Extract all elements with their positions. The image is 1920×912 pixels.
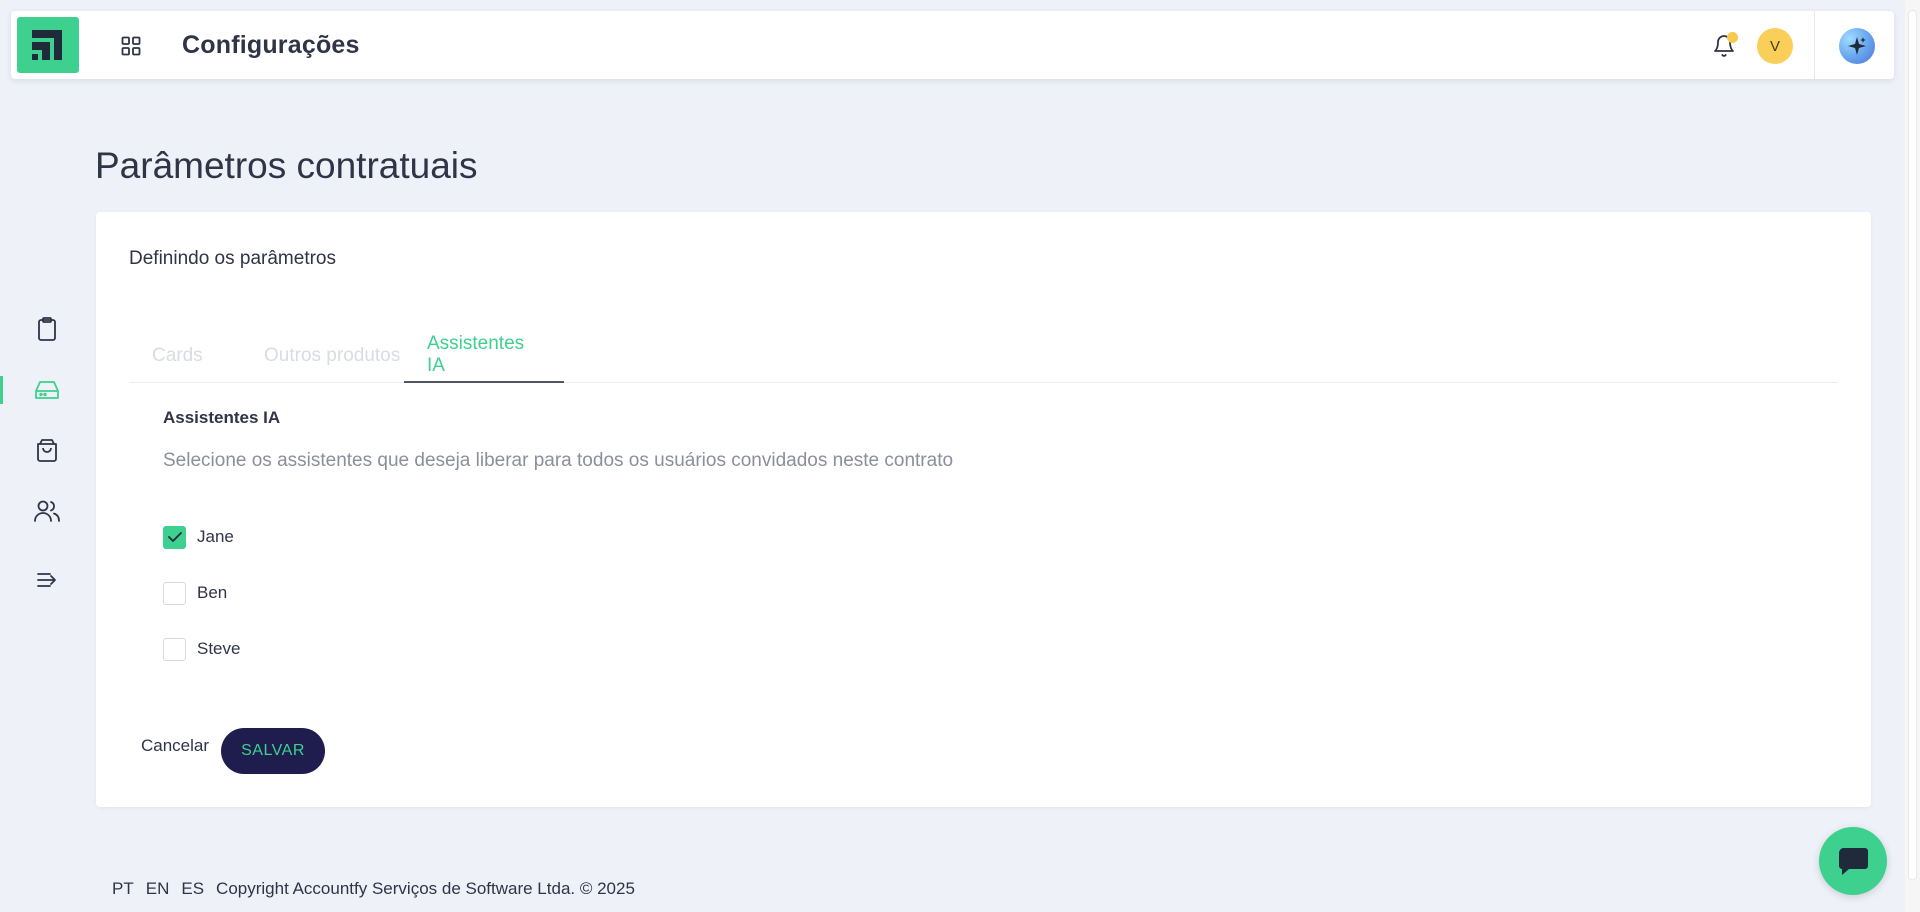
tab-assistentes-ia[interactable]: Assistentes IA — [404, 329, 564, 383]
option-ben[interactable]: Ben — [163, 581, 227, 605]
users-icon[interactable] — [25, 489, 69, 533]
tab-cards[interactable]: Cards — [129, 329, 226, 383]
option-steve[interactable]: Steve — [163, 637, 240, 661]
checkbox-jane[interactable] — [163, 525, 186, 549]
grid-apps-icon[interactable] — [116, 31, 146, 61]
language-pt[interactable]: PT — [112, 879, 134, 899]
chat-bubble-icon — [1839, 848, 1868, 875]
checkbox-ben[interactable] — [163, 581, 186, 605]
cancel-button[interactable]: Cancelar — [141, 736, 209, 756]
option-jane[interactable]: Jane — [163, 525, 234, 549]
settings-card: Definindo os parâmetros Cards Outros pro… — [96, 212, 1871, 807]
accountfy-logo-icon[interactable] — [17, 17, 79, 73]
card-subtitle: Definindo os parâmetros — [129, 248, 336, 269]
option-label-steve: Steve — [197, 639, 241, 658]
page-title: Parâmetros contratuais — [95, 145, 478, 186]
language-en[interactable]: EN — [146, 879, 170, 899]
language-es[interactable]: ES — [181, 879, 204, 899]
user-avatar[interactable]: V — [1757, 28, 1793, 64]
clipboard-icon[interactable] — [25, 307, 69, 351]
topbar-divider — [1814, 11, 1815, 79]
tabs-bar: Cards Outros produtos Assistentes IA — [129, 329, 1838, 383]
save-button[interactable]: SALVAR — [221, 728, 325, 774]
sparkles-icon[interactable] — [1839, 28, 1875, 64]
shopping-bag-icon[interactable] — [25, 428, 69, 472]
tab-outros-produtos[interactable]: Outros produtos — [241, 329, 423, 383]
chat-icon[interactable] — [1819, 827, 1887, 895]
app-title: Configurações — [182, 31, 360, 59]
footer: PT EN ES Copyright Accountfy Serviços de… — [112, 879, 635, 899]
option-label-jane: Jane — [197, 527, 234, 546]
checkbox-steve[interactable] — [163, 637, 186, 661]
scrollbar-thumb[interactable] — [1908, 10, 1917, 880]
notification-dot — [1727, 32, 1738, 43]
page-scrollbar[interactable] — [1905, 0, 1920, 912]
list-arrow-icon[interactable] — [25, 558, 69, 602]
copyright-text: Copyright Accountfy Serviços de Software… — [216, 879, 635, 898]
sidebar-active-indicator — [0, 376, 3, 404]
top-bar: Configurações V — [11, 11, 1894, 79]
bell-icon[interactable] — [1707, 29, 1741, 63]
section-description: Selecione os assistentes que deseja libe… — [163, 450, 954, 471]
check-icon — [167, 532, 182, 542]
inbox-tray-icon[interactable] — [25, 368, 69, 412]
option-label-ben: Ben — [197, 583, 228, 602]
section-title: Assistentes IA — [163, 408, 281, 427]
